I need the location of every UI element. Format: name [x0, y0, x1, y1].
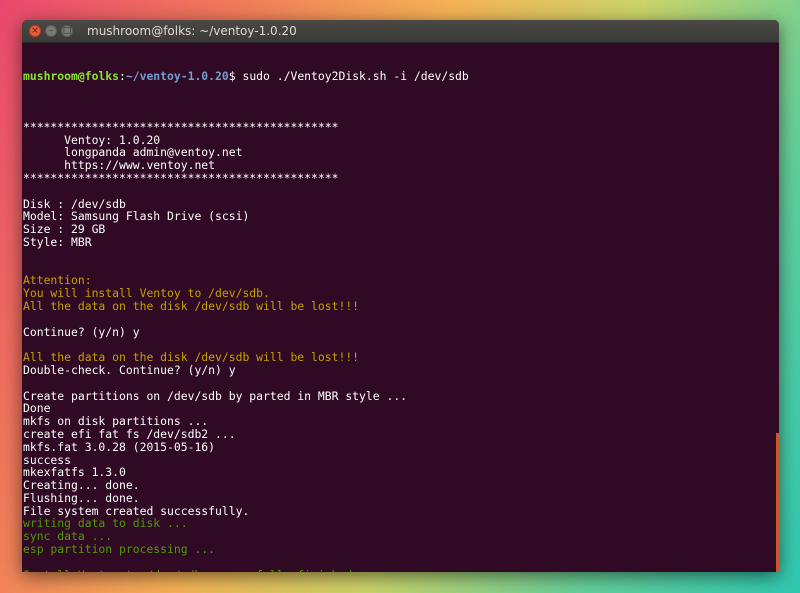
minimize-button[interactable]: –	[45, 25, 57, 37]
terminal-line: mkfs.fat 3.0.28 (2015-05-16)	[23, 439, 216, 454]
terminal-line: Flushing... done.	[23, 490, 140, 505]
scrollbar-thumb[interactable]	[776, 433, 779, 572]
terminal-line: All the data on the disk /dev/sdb will b…	[23, 298, 360, 313]
terminal-line: Install Ventoy to /dev/sdb successfully …	[23, 568, 775, 572]
prompt-path: ~/ventoy-1.0.20	[125, 68, 229, 83]
window-title: mushroom@folks: ~/ventoy-1.0.20	[87, 24, 297, 38]
terminal-line: All the data on the disk /dev/sdb will b…	[23, 350, 360, 365]
prompt-user: mushroom@folks	[23, 68, 120, 83]
prompt-line: mushroom@folks:~/ventoy-1.0.20$ sudo ./V…	[23, 68, 775, 83]
terminal-line: Style: MBR	[23, 234, 92, 249]
terminal-line: Create partitions on /dev/sdb by parted …	[23, 388, 408, 403]
terminal-line: success	[23, 452, 72, 467]
title-bar[interactable]: × – □ mushroom@folks: ~/ventoy-1.0.20	[22, 20, 779, 43]
terminal-line: writing data to disk ...	[23, 516, 188, 531]
terminal-window[interactable]: × – □ mushroom@folks: ~/ventoy-1.0.20 mu…	[22, 20, 779, 572]
terminal-line: ****************************************…	[23, 170, 339, 185]
scrollbar[interactable]	[775, 43, 779, 572]
terminal-line: Creating... done.	[23, 478, 140, 493]
terminal-line: Continue? (y/n) y	[23, 324, 140, 339]
terminal-line: create efi fat fs /dev/sdb2 ...	[23, 426, 236, 441]
prompt-symbol: $	[228, 68, 236, 83]
terminal-line: ****************************************…	[23, 119, 339, 134]
terminal-line: mkfs on disk partitions ...	[23, 414, 209, 429]
terminal-line: Double-check. Continue? (y/n) y	[23, 362, 236, 377]
terminal-line: Size : 29 GB	[23, 222, 106, 237]
terminal-output[interactable]: mushroom@folks:~/ventoy-1.0.20$ sudo ./V…	[22, 43, 775, 572]
close-button[interactable]: ×	[29, 25, 41, 37]
prompt-separator: :	[119, 68, 126, 83]
maximize-button[interactable]: □	[61, 25, 73, 37]
terminal-line: esp partition processing ...	[23, 542, 216, 557]
prompt-command: sudo ./Ventoy2Disk.sh -i /dev/sdb	[235, 68, 469, 83]
terminal-line: Model: Samsung Flash Drive (scsi)	[23, 209, 250, 224]
